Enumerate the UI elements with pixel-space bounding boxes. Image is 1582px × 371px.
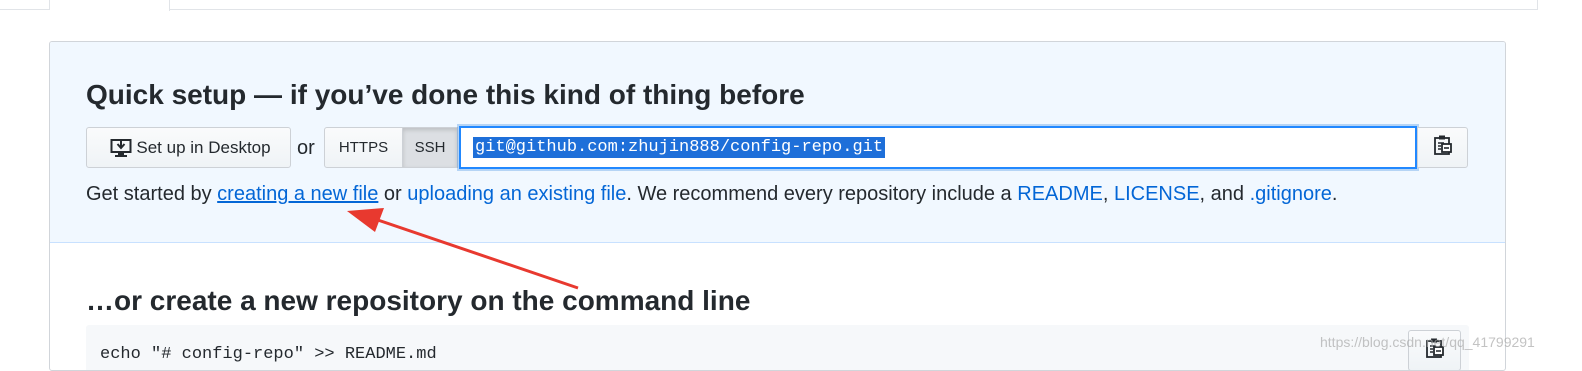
or-label: or — [297, 137, 315, 159]
get-started-prefix: Get started by — [86, 183, 218, 205]
and-text: , and — [1199, 183, 1250, 205]
setup-desktop-label: Set up in Desktop — [136, 137, 271, 157]
desktop-download-icon — [110, 138, 132, 158]
recommend-text: . We recommend every repository include … — [626, 183, 1018, 205]
readme-link[interactable]: README — [1017, 183, 1103, 205]
gitignore-link[interactable]: .gitignore — [1250, 183, 1332, 205]
ssh-tab[interactable]: SSH — [402, 127, 458, 168]
comma: , — [1102, 183, 1114, 205]
clone-url-input[interactable]: git@github.com:zhujin888/config-repo.git — [459, 126, 1417, 169]
get-started-text: Get started by creating a new file or up… — [86, 183, 1337, 206]
setup-box: Quick setup — if you’ve done this kind o… — [49, 41, 1506, 371]
creating-new-file-link[interactable]: creating a new file — [217, 183, 378, 205]
https-tab[interactable]: HTTPS — [324, 127, 403, 168]
command-code-line: echo "# config-repo" >> README.md — [100, 345, 437, 364]
license-link[interactable]: LICENSE — [1114, 183, 1200, 205]
command-line-title: …or create a new repository on the comma… — [86, 285, 751, 316]
clone-url-text: git@github.com:zhujin888/config-repo.git — [473, 137, 886, 158]
tab-left[interactable] — [0, 0, 50, 10]
tab-strip-rest — [170, 0, 1538, 10]
uploading-file-link[interactable]: uploading an existing file — [407, 183, 626, 205]
setup-desktop-button[interactable]: Set up in Desktop — [86, 127, 291, 168]
tab-strip — [0, 0, 1582, 11]
tab-active[interactable] — [50, 0, 170, 11]
quick-setup-panel: Quick setup — if you’ve done this kind o… — [50, 42, 1505, 243]
period: . — [1331, 183, 1338, 205]
command-code-box: echo "# config-repo" >> README.md — [86, 325, 1469, 370]
clipboard-icon — [1433, 134, 1453, 161]
get-started-or: or — [378, 183, 408, 205]
quick-setup-title: Quick setup — if you’ve done this kind o… — [86, 79, 805, 110]
watermark: https://blog.csdn.net/qq_41799291 — [1320, 334, 1535, 350]
copy-url-button[interactable] — [1417, 127, 1468, 168]
